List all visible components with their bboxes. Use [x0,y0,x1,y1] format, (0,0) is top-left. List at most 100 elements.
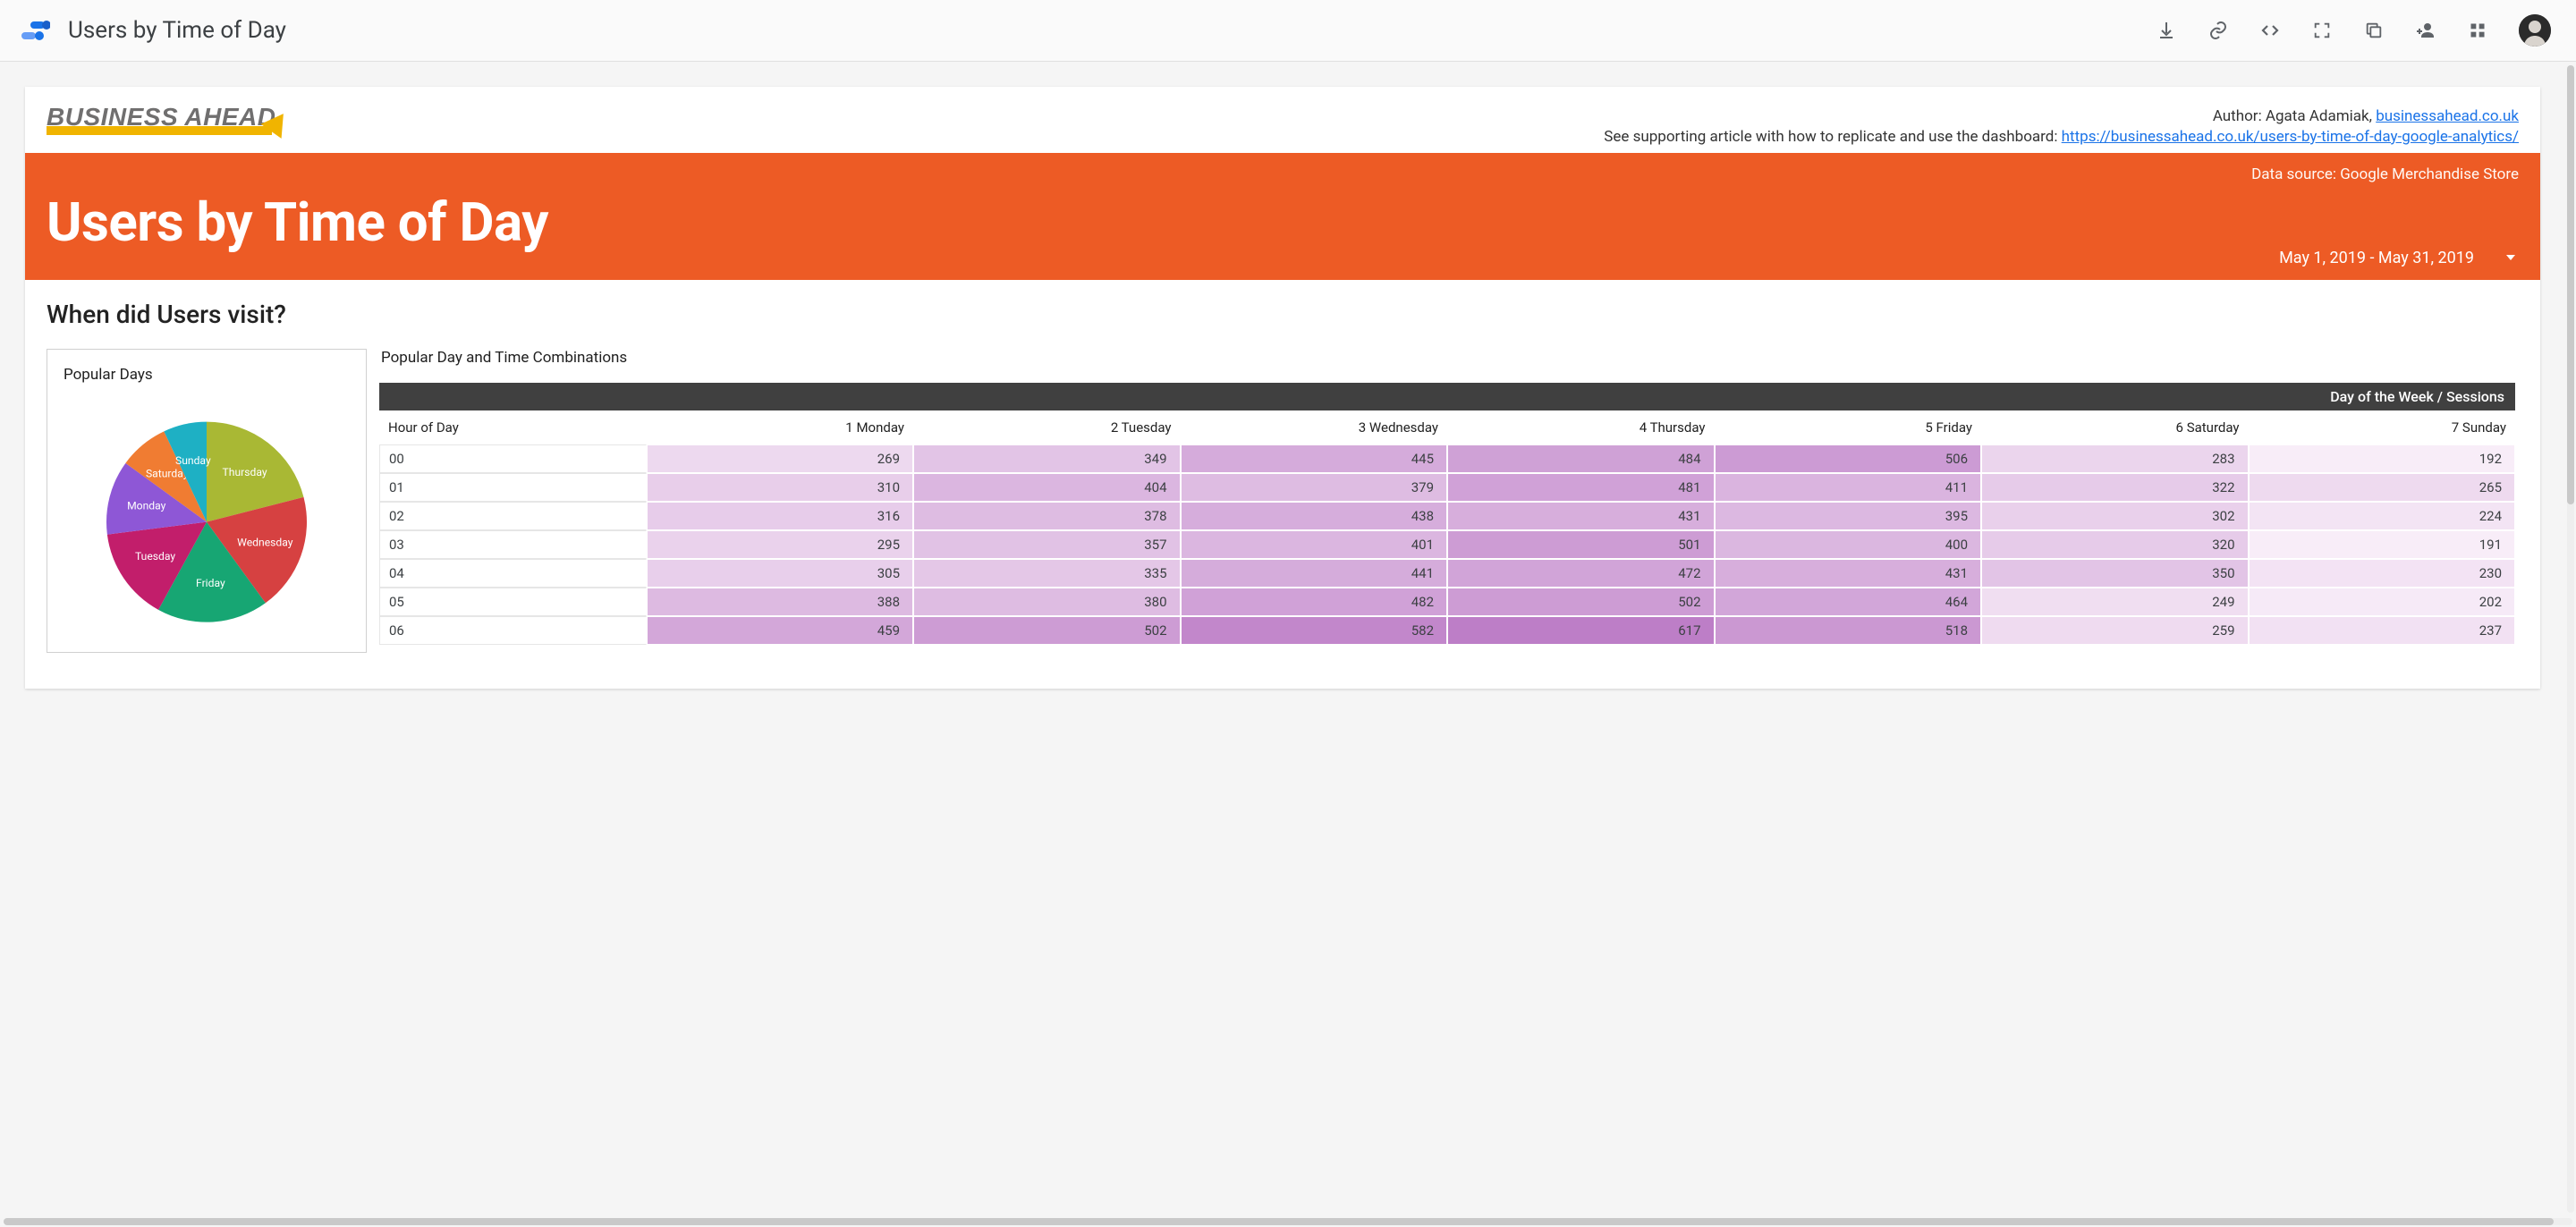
heatmap-column-header[interactable]: 2 Tuesday [913,410,1181,444]
heatmap-cell[interactable]: 302 [1981,502,2249,530]
heatmap-cell[interactable]: 202 [2249,588,2516,616]
hero-banner: Data source: Google Merchandise Store Us… [25,153,2540,280]
pie-slice-label: Friday [196,577,225,589]
heatmap-cell[interactable]: 249 [1981,588,2249,616]
author-link[interactable]: businessahead.co.uk [2376,107,2519,125]
heatmap-cell[interactable]: 259 [1981,616,2249,645]
heatmap-cell[interactable]: 380 [913,588,1181,616]
heatmap-cell[interactable]: 617 [1447,616,1715,645]
supporting-link[interactable]: https://businessahead.co.uk/users-by-tim… [2062,128,2519,146]
add-person-icon[interactable] [2415,20,2436,41]
heatmap-cell[interactable]: 502 [1447,588,1715,616]
heatmap-cell[interactable]: 411 [1715,473,1982,502]
heatmap-row: 02316378438431395302224 [379,502,2515,530]
toolbar [2156,14,2551,47]
heatmap-cell[interactable]: 320 [1981,530,2249,559]
heatmap-cell[interactable]: 472 [1447,559,1715,588]
heatmap-cell[interactable]: 335 [913,559,1181,588]
heatmap-row: 01310404379481411322265 [379,473,2515,502]
report-canvas: BUSINESS AHEAD Author: Agata Adamiak, bu… [25,87,2540,689]
heatmap-cell[interactable]: 224 [2249,502,2516,530]
embed-code-icon[interactable] [2259,20,2281,41]
heatmap-cell[interactable]: 501 [1447,530,1715,559]
vertical-scrollbar[interactable] [2565,62,2576,1216]
heatmap-column-header[interactable]: 1 Monday [647,410,914,444]
heatmap-cell[interactable]: 518 [1715,616,1982,645]
date-range-label: May 1, 2019 - May 31, 2019 [2279,249,2474,267]
copy-icon[interactable] [2363,20,2385,41]
report-header: BUSINESS AHEAD Author: Agata Adamiak, bu… [25,87,2540,153]
heatmap-cell[interactable]: 431 [1715,559,1982,588]
heatmap-cell[interactable]: 316 [647,502,914,530]
pie-chart-panel[interactable]: Popular Days ThursdayWednesdayFridayTues… [47,349,367,653]
heatmap-row-label: 06 [379,616,647,645]
heatmap-cell[interactable]: 438 [1181,502,1448,530]
heatmap-cell[interactable]: 464 [1715,588,1982,616]
heatmap-column-header[interactable]: 4 Thursday [1447,410,1715,444]
heatmap-cell[interactable]: 459 [647,616,914,645]
heatmap-cell[interactable]: 441 [1181,559,1448,588]
heatmap-cell[interactable]: 484 [1447,444,1715,473]
heatmap-cell[interactable]: 269 [647,444,914,473]
heatmap-row-label: 02 [379,502,647,530]
heatmap-cell[interactable]: 445 [1181,444,1448,473]
heatmap-panel[interactable]: Popular Day and Time Combinations Day of… [379,349,2515,645]
heatmap-cell[interactable]: 350 [1981,559,2249,588]
heatmap-cell[interactable]: 192 [2249,444,2516,473]
heatmap-row-label: 03 [379,530,647,559]
heatmap-cell[interactable]: 230 [2249,559,2516,588]
heatmap-column-header[interactable]: 5 Friday [1715,410,1982,444]
heatmap-cell[interactable]: 379 [1181,473,1448,502]
heatmap-cell[interactable]: 322 [1981,473,2249,502]
heatmap-cell[interactable]: 482 [1181,588,1448,616]
heatmap-cell[interactable]: 506 [1715,444,1982,473]
heatmap-cell[interactable]: 283 [1981,444,2249,473]
heatmap-cell[interactable]: 582 [1181,616,1448,645]
heatmap-row: 04305335441472431350230 [379,559,2515,588]
heatmap-cell[interactable]: 265 [2249,473,2516,502]
scrollbar-thumb[interactable] [2567,65,2574,504]
fullscreen-icon[interactable] [2311,20,2333,41]
heatmap-cell[interactable]: 349 [913,444,1181,473]
heatmap-cell[interactable]: 400 [1715,530,1982,559]
header-meta: Author: Agata Adamiak, businessahead.co.… [1604,103,2519,148]
download-icon[interactable] [2156,20,2177,41]
heatmap-cell[interactable]: 395 [1715,502,1982,530]
app-bar: Users by Time of Day [0,0,2576,62]
scrollbar-thumb[interactable] [4,1218,2554,1225]
heatmap-cell[interactable]: 191 [2249,530,2516,559]
heatmap-cell[interactable]: 310 [647,473,914,502]
heatmap-cell[interactable]: 431 [1447,502,1715,530]
pie-slice-label: Thursday [223,466,267,478]
heatmap-column-header[interactable]: 3 Wednesday [1181,410,1448,444]
heatmap-rowlabel-header: Hour of Day [379,410,647,444]
pie-slice-label: Wednesday [237,536,293,548]
heatmap-strip-label: Day of the Week / Sessions [379,383,2515,410]
heatmap-cell[interactable]: 481 [1447,473,1715,502]
heatmap-cell[interactable]: 388 [647,588,914,616]
chevron-down-icon [2506,255,2515,260]
heatmap-cell[interactable]: 404 [913,473,1181,502]
heatmap-cell[interactable]: 357 [913,530,1181,559]
avatar[interactable] [2519,14,2551,47]
date-range-picker[interactable]: May 1, 2019 - May 31, 2019 [2279,249,2515,267]
heatmap-cell[interactable]: 295 [647,530,914,559]
heatmap-cell[interactable]: 401 [1181,530,1448,559]
heatmap-column-header[interactable]: 6 Saturday [1981,410,2249,444]
heatmap-column-header[interactable]: 7 Sunday [2249,410,2516,444]
app-title: Users by Time of Day [68,17,286,44]
heatmap-cell[interactable]: 305 [647,559,914,588]
horizontal-scrollbar[interactable] [0,1216,2576,1227]
report-viewport[interactable]: BUSINESS AHEAD Author: Agata Adamiak, bu… [0,62,2565,1216]
heatmap-cell[interactable]: 378 [913,502,1181,530]
heatmap-cell[interactable]: 237 [2249,616,2516,645]
heatmap-row: 03295357401501400320191 [379,530,2515,559]
link-icon[interactable] [2207,20,2229,41]
heatmap-cell[interactable]: 502 [913,616,1181,645]
heatmap-row: 05388380482502464249202 [379,588,2515,616]
heatmap-row: 06459502582617518259237 [379,616,2515,645]
author-label: Author: Agata Adamiak, [2213,107,2376,125]
section-title: When did Users visit? [47,300,2515,329]
heatmap-title: Popular Day and Time Combinations [379,349,2515,367]
apps-grid-icon[interactable] [2467,20,2488,41]
